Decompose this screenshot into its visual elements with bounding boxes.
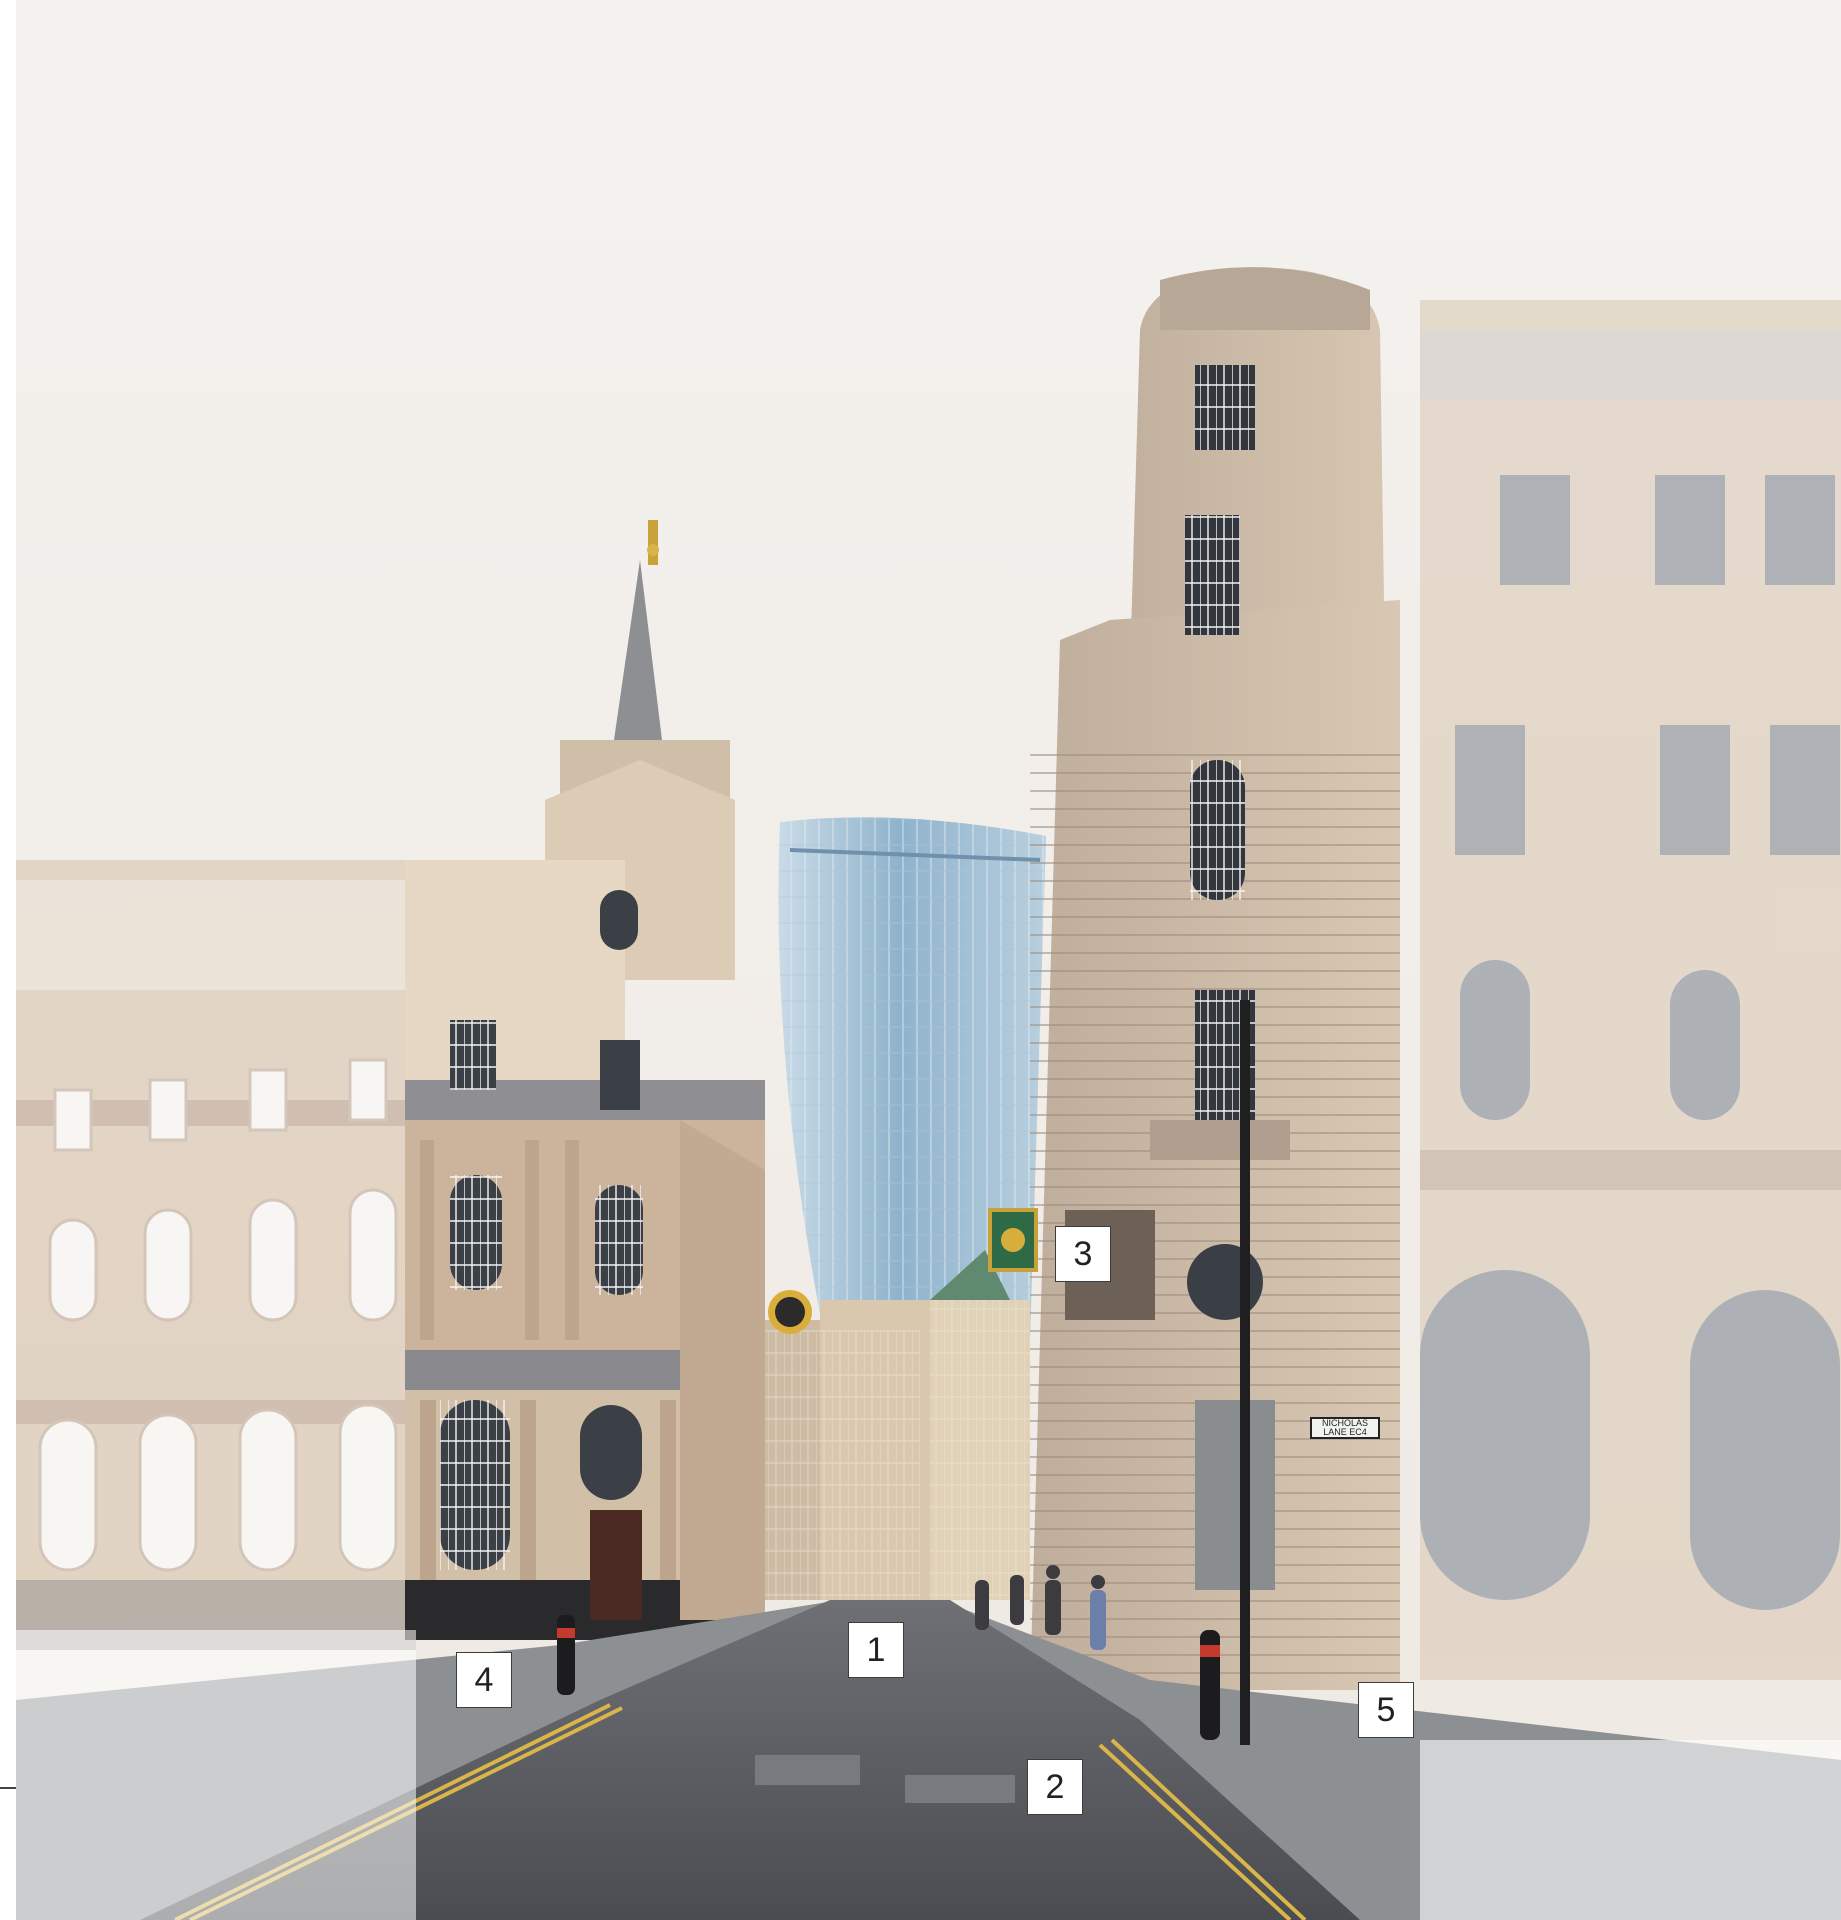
street-scene: NICHOLAS LANE EC4 1 2 3 4 5	[0, 0, 1841, 1920]
left-building	[16, 860, 416, 1650]
left-washout	[16, 1630, 416, 1920]
callout-1: 1	[848, 1622, 904, 1678]
right-faded-building	[1420, 300, 1841, 1680]
left-margin	[0, 0, 16, 1920]
callout-5: 5	[1358, 1682, 1414, 1738]
right-washout	[1420, 1740, 1841, 1920]
callout-2: 2	[1027, 1759, 1083, 1815]
callout-4: 4	[456, 1652, 512, 1708]
callout-3: 3	[1055, 1226, 1111, 1282]
street-sign-nicholas-lane: NICHOLAS LANE EC4	[1310, 1417, 1380, 1439]
street-photo	[0, 0, 1841, 1920]
margin-tick	[0, 1787, 16, 1789]
